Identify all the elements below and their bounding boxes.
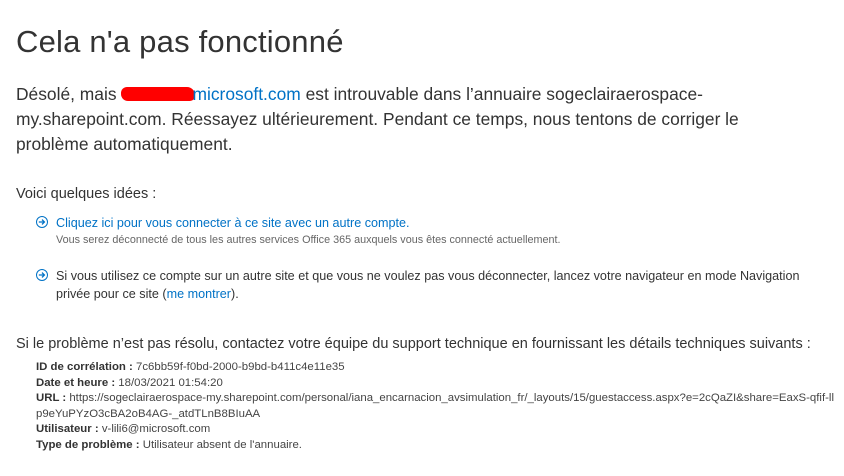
correlation-row: ID de corrélation : 7c6bb59f-f0bd-2000-b… xyxy=(36,360,844,376)
correlation-label: ID de corrélation : xyxy=(36,361,133,373)
user-row: Utilisateur : v-lili6@microsoft.com xyxy=(36,422,844,438)
support-instructions: Si le problème n’est pas résolu, contact… xyxy=(16,336,811,352)
datetime-row: Date et heure : 18/03/2021 01:54:20 xyxy=(36,376,844,392)
private-browsing-text-end: ). xyxy=(231,287,239,301)
sign-out-note: Vous serez déconnecté de tous les autres… xyxy=(56,234,561,246)
circle-arrow-right-icon xyxy=(36,216,48,228)
email-link[interactable]: microsoft.com xyxy=(193,84,301,104)
page-title: Cela n'a pas fonctionné xyxy=(16,24,344,59)
show-me-link[interactable]: me montrer xyxy=(167,287,231,301)
message-prefix: Désolé, mais xyxy=(16,84,117,104)
redaction-mark xyxy=(120,87,195,101)
ideas-heading: Voici quelques idées : xyxy=(16,186,157,202)
problem-type-row: Type de problème : Utilisateur absent de… xyxy=(36,438,844,454)
url-row: URL : https://sogeclairaerospace-my.shar… xyxy=(36,391,836,422)
circle-arrow-right-icon xyxy=(36,269,48,281)
problem-type-label: Type de problème : xyxy=(36,438,140,451)
datetime-value: 18/03/2021 01:54:20 xyxy=(118,376,223,389)
idea-sign-in-other-account: Cliquez ici pour vous connecter à ce sit… xyxy=(36,214,836,248)
url-value: https://sogeclairaerospace-my.sharepoint… xyxy=(36,392,834,420)
url-label: URL : xyxy=(36,392,67,404)
user-value: v-lili6@microsoft.com xyxy=(101,423,211,435)
correlation-value: 7c6bb59f-f0bd-2000-b9bd-b411c4e11e35 xyxy=(136,361,345,373)
user-label: Utilisateur : xyxy=(36,423,99,435)
sign-in-other-account-link[interactable]: Cliquez ici pour vous connecter à ce sit… xyxy=(56,216,410,230)
technical-details: ID de corrélation : 7c6bb59f-f0bd-2000-b… xyxy=(36,360,844,453)
error-message: Désolé, mais microsoft.com est introuvabl… xyxy=(16,82,816,157)
idea-private-browsing: Si vous utilisez ce compte sur un autre … xyxy=(36,267,836,303)
datetime-label: Date et heure : xyxy=(36,376,116,389)
problem-type-value: Utilisateur absent de l'annuaire. xyxy=(142,438,302,451)
private-browsing-text: Si vous utilisez ce compte sur un autre … xyxy=(56,267,836,303)
